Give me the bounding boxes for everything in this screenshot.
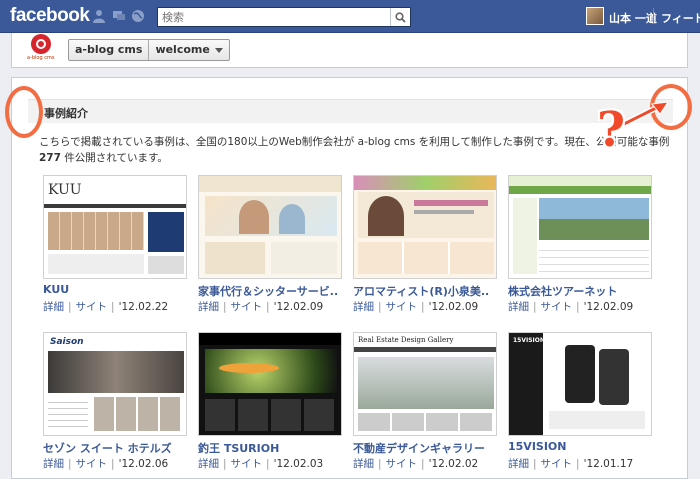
case-title[interactable]: 株式会社ツアーネット — [508, 283, 658, 299]
notifications-globe-icon[interactable] — [131, 9, 145, 23]
case-thumbnail[interactable] — [198, 175, 342, 279]
case-title[interactable]: 15VISION — [508, 440, 658, 453]
topbar-divider — [653, 8, 654, 24]
case-meta: 詳細 | サイト | '12.02.06 — [43, 458, 169, 470]
case-date: '12.02.02 — [428, 458, 479, 470]
case-title[interactable]: 不動産デザインギャラリー — [353, 440, 503, 456]
kuu-logo-text: KUU — [48, 182, 82, 198]
case-count: 277 — [39, 152, 61, 164]
case-thumbnail[interactable]: Real Estate Design Gallery — [353, 332, 497, 436]
case-meta: 詳細 | サイト | '12.02.03 — [198, 458, 324, 470]
user-name-link[interactable]: 山本 一道 — [609, 10, 657, 26]
site-link[interactable]: サイト — [386, 301, 418, 313]
case-thumbnail[interactable] — [508, 175, 652, 279]
site-link[interactable]: サイト — [541, 458, 573, 470]
case-thumbnail[interactable] — [198, 332, 342, 436]
case-date: '12.01.17 — [583, 458, 634, 470]
a-blog-cms-logo[interactable]: a-blog cms — [27, 34, 55, 62]
case-date: '12.02.09 — [273, 301, 324, 313]
case-title[interactable]: KUU — [43, 283, 193, 296]
case-title[interactable]: セゾン スイート ホテルズ — [43, 440, 193, 456]
case-thumbnail[interactable] — [353, 175, 497, 279]
facebook-logo[interactable]: facebook — [10, 5, 90, 27]
case-meta: 詳細 | サイト | '12.02.22 — [43, 301, 169, 313]
app-tab-selector: a-blog cms welcome — [68, 39, 230, 61]
case-meta: 詳細 | サイト | '12.02.09 — [198, 301, 324, 313]
case-thumbnail[interactable]: KUU — [43, 175, 187, 279]
feed-link[interactable]: フィード — [661, 10, 700, 26]
case-meta: 詳細 | サイト | '12.02.09 — [353, 301, 479, 313]
case-date: '12.02.09 — [583, 301, 634, 313]
detail-link[interactable]: 詳細 — [198, 301, 219, 313]
detail-link[interactable]: 詳細 — [43, 301, 64, 313]
case-date: '12.02.22 — [118, 301, 169, 313]
user-avatar[interactable] — [586, 7, 604, 25]
friend-requests-icon[interactable] — [92, 9, 106, 23]
site-link[interactable]: サイト — [386, 458, 418, 470]
site-link[interactable]: サイト — [76, 301, 108, 313]
case-date: '12.02.06 — [118, 458, 169, 470]
detail-link[interactable]: 詳細 — [43, 458, 64, 470]
case-title[interactable]: アロマティスト(R)小泉美.. — [353, 283, 503, 299]
realestate-header-text: Real Estate Design Gallery — [358, 336, 454, 344]
site-link[interactable]: サイト — [541, 301, 573, 313]
case-meta: 詳細 | サイト | '12.02.02 — [353, 458, 479, 470]
case-title[interactable]: 家事代行＆シッターサービ.. — [198, 283, 348, 299]
facebook-top-bar: facebook 山本 一道 フィード — [0, 0, 700, 33]
intro-text-after: 件公開されています。 — [60, 152, 168, 164]
tab-dropdown[interactable]: welcome — [148, 40, 228, 60]
intro-text-before: こちらで掲載されている事例は、全国の180以上のWeb制作会社が a-blog … — [39, 136, 670, 148]
case-thumbnail[interactable]: Saison — [43, 332, 187, 436]
annotation-circle-left — [5, 86, 43, 138]
case-thumbnail[interactable]: 15VISION — [508, 332, 652, 436]
section-title: 事例紹介 — [44, 107, 88, 120]
search-input[interactable] — [158, 8, 390, 26]
search-icon — [395, 11, 406, 23]
app-name-button[interactable]: a-blog cms — [69, 40, 148, 60]
content-panel: 事例紹介 こちらで掲載されている事例は、全国の180以上のWeb制作会社が a-… — [11, 77, 688, 479]
page-header: a-blog cms a-blog cms welcome — [11, 33, 688, 68]
detail-link[interactable]: 詳細 — [353, 301, 374, 313]
detail-link[interactable]: 詳細 — [508, 458, 529, 470]
case-date: '12.02.03 — [273, 458, 324, 470]
site-link[interactable]: サイト — [231, 458, 263, 470]
chevron-down-icon — [214, 47, 223, 53]
section-header: 事例紹介 — [28, 99, 673, 123]
detail-link[interactable]: 詳細 — [198, 458, 219, 470]
intro-text: こちらで掲載されている事例は、全国の180以上のWeb制作会社が a-blog … — [39, 134, 671, 166]
detail-link[interactable]: 詳細 — [508, 301, 529, 313]
detail-link[interactable]: 詳細 — [353, 458, 374, 470]
annotation-question-mark: ? — [597, 102, 626, 158]
case-meta: 詳細 | サイト | '12.01.17 — [508, 458, 634, 470]
case-date: '12.02.09 — [428, 301, 479, 313]
saison-logo-text: Saison — [50, 337, 84, 347]
tab-dropdown-label: welcome — [155, 43, 210, 56]
messages-icon[interactable] — [112, 9, 126, 23]
search-button[interactable] — [390, 8, 410, 26]
site-link[interactable]: サイト — [231, 301, 263, 313]
site-link[interactable]: サイト — [76, 458, 108, 470]
logo-caption: a-blog cms — [27, 55, 55, 61]
case-meta: 詳細 | サイト | '12.02.09 — [508, 301, 634, 313]
vision-logo-text: 15VISION — [513, 337, 545, 344]
search-box — [157, 7, 411, 27]
case-title[interactable]: 釣王 TSURIOH — [198, 440, 348, 456]
